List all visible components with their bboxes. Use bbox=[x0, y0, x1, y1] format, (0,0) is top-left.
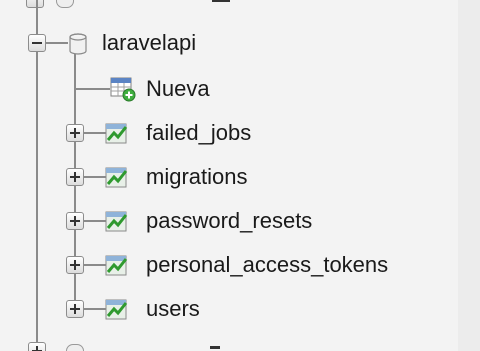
tree-connector bbox=[84, 220, 106, 222]
table-icon bbox=[105, 299, 128, 320]
database-name-link[interactable]: laravelapi bbox=[102, 30, 196, 56]
tree-connector bbox=[84, 308, 106, 310]
table-icon bbox=[105, 123, 128, 144]
table-name-link[interactable]: failed_jobs bbox=[146, 120, 251, 146]
database-icon bbox=[66, 344, 84, 351]
previous-tree-item-partial bbox=[12, 0, 312, 8]
panel-edge bbox=[458, 0, 480, 351]
tree-connector bbox=[84, 176, 106, 178]
expand-icon[interactable] bbox=[66, 124, 84, 142]
table-name-link[interactable]: password_resets bbox=[146, 208, 312, 234]
tree-item-table[interactable]: migrations bbox=[0, 158, 458, 198]
database-icon bbox=[69, 33, 87, 55]
tree-connector bbox=[84, 132, 106, 134]
tree-item-table[interactable]: failed_jobs bbox=[0, 114, 458, 154]
new-table-icon bbox=[110, 77, 136, 102]
tree-connector bbox=[74, 88, 110, 90]
table-icon bbox=[105, 211, 128, 232]
tree-connector bbox=[84, 264, 106, 266]
tree-connector bbox=[46, 42, 68, 44]
collapse-icon[interactable] bbox=[28, 34, 46, 52]
next-tree-item-partial bbox=[20, 340, 320, 351]
tree-item-new-table[interactable]: Nueva bbox=[0, 70, 458, 110]
table-name-link[interactable]: users bbox=[146, 296, 200, 322]
expand-icon[interactable] bbox=[66, 212, 84, 230]
expand-icon[interactable] bbox=[66, 168, 84, 186]
previous-expander-partial[interactable] bbox=[26, 0, 44, 8]
tree-item-table[interactable]: password_resets bbox=[0, 202, 458, 242]
next-expander-partial[interactable] bbox=[28, 342, 46, 351]
tree-item-table[interactable]: personal_access_tokens bbox=[0, 246, 458, 286]
partial-text bbox=[210, 346, 220, 349]
table-icon bbox=[105, 167, 128, 188]
expand-icon[interactable] bbox=[66, 256, 84, 274]
table-name-link[interactable]: migrations bbox=[146, 164, 247, 190]
table-icon bbox=[105, 255, 128, 276]
tree-item-table[interactable]: users bbox=[0, 290, 458, 330]
database-icon bbox=[56, 0, 74, 8]
expand-icon[interactable] bbox=[66, 300, 84, 318]
new-table-link[interactable]: Nueva bbox=[146, 76, 210, 102]
partial-text bbox=[212, 0, 230, 2]
tree-item-database[interactable]: laravelapi bbox=[0, 24, 458, 64]
table-name-link[interactable]: personal_access_tokens bbox=[146, 252, 388, 278]
